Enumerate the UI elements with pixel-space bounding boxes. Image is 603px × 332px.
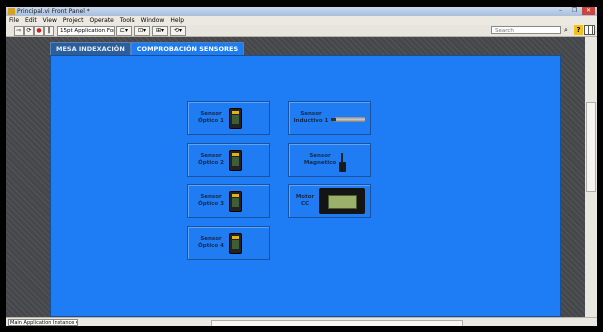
horizontal-scrollbar[interactable]: [211, 320, 463, 326]
inductive-sensor-image: [331, 117, 365, 122]
font-select[interactable]: 15pt Application Font: [57, 26, 115, 36]
menu-tools[interactable]: Tools: [120, 16, 135, 25]
menu-file[interactable]: File: [9, 16, 19, 25]
front-panel-window: Principal.vi Front Panel * – ❐ ✕ File Ed…: [6, 7, 597, 326]
distribute-objects-icon[interactable]: ⊡▾: [134, 26, 150, 36]
menu-project[interactable]: Project: [63, 16, 84, 25]
vi-connector-pane-icon: [584, 25, 595, 35]
pause-icon[interactable]: ‖: [44, 26, 54, 36]
sensor-label: Sensor Óptico 4: [198, 236, 224, 249]
menu-edit[interactable]: Edit: [25, 16, 37, 25]
reorder-icon[interactable]: ⟲▾: [170, 26, 186, 36]
labview-app-icon: [8, 8, 15, 15]
sensor-inductive-1-tile: Sensor Inductivo 1: [288, 101, 371, 135]
maximize-button[interactable]: ❐: [568, 7, 581, 15]
title-bar: Principal.vi Front Panel * – ❐ ✕: [6, 7, 597, 16]
sensor-optical-4-tile: Sensor Óptico 4: [187, 226, 270, 260]
sensor-label: Sensor Óptico 3: [198, 194, 224, 207]
sensor-label: Sensor Magnetico: [303, 153, 337, 166]
context-help-icon[interactable]: ?: [574, 25, 583, 35]
vertical-scrollbar-thumb[interactable]: [586, 102, 596, 192]
sensor-label: Sensor Inductivo 1: [293, 111, 329, 124]
menu-help[interactable]: Help: [170, 16, 184, 25]
menu-bar: File Edit View Project Operate Tools Win…: [6, 16, 597, 25]
optical-sensor-image: [229, 150, 242, 171]
optical-sensor-image: [229, 108, 242, 129]
window-title: Principal.vi Front Panel *: [17, 8, 90, 15]
menu-operate[interactable]: Operate: [89, 16, 113, 25]
tab-control-header: MESA INDEXACIÓN COMPROBACIÓN SENSORES: [50, 42, 245, 55]
menu-view[interactable]: View: [43, 16, 57, 25]
run-continuously-icon[interactable]: ⟳: [24, 26, 34, 36]
close-button[interactable]: ✕: [582, 7, 595, 15]
abort-icon[interactable]: ●: [34, 26, 44, 36]
tab-mesa-indexacion[interactable]: MESA INDEXACIÓN: [50, 42, 131, 55]
sensor-label: Sensor Óptico 1: [198, 111, 224, 124]
menu-window[interactable]: Window: [141, 16, 165, 25]
align-objects-icon[interactable]: ⊏▾: [116, 26, 132, 36]
application-instance-select[interactable]: Main Application Instance ▾: [8, 319, 78, 326]
sensor-optical-1-tile: Sensor Óptico 1: [187, 101, 270, 135]
front-panel-workspace: MESA INDEXACIÓN COMPROBACIÓN SENSORES Se…: [6, 37, 597, 317]
motor-cc-tile: Motor CC: [288, 184, 371, 218]
optical-sensor-image: [229, 191, 242, 212]
sensor-label: Motor CC: [295, 194, 315, 207]
dc-motor-image: [319, 188, 365, 214]
application-instance-label: Main Application Instance: [10, 320, 75, 326]
sensor-label: Sensor Óptico 2: [198, 153, 224, 166]
sensor-magnetic-tile: Sensor Magnetico: [288, 143, 371, 177]
magnetic-sensor-image: [339, 153, 346, 172]
search-icon[interactable]: ⌕: [564, 26, 568, 35]
tab-comprobacion-sensores[interactable]: COMPROBACIÓN SENSORES: [130, 42, 245, 55]
sensor-optical-3-tile: Sensor Óptico 3: [187, 184, 270, 218]
resize-objects-icon[interactable]: ⊞▾: [152, 26, 168, 36]
minimize-button[interactable]: –: [554, 7, 567, 15]
run-arrow-icon[interactable]: ⇨: [14, 26, 24, 36]
chevron-down-icon: ▾: [76, 320, 77, 325]
optical-sensor-image: [229, 233, 242, 254]
status-bar: Main Application Instance ▾: [6, 317, 597, 326]
search-input[interactable]: Search: [491, 26, 561, 34]
tab-page-comprobacion-sensores: Sensor Óptico 1 Sensor Óptico 2 Sensor Ó…: [50, 55, 561, 317]
toolbar: ⇨ ⟳ ● ‖ 15pt Application Font ⊏▾ ⊡▾ ⊞▾ ⟲…: [6, 25, 597, 37]
sensor-optical-2-tile: Sensor Óptico 2: [187, 143, 270, 177]
